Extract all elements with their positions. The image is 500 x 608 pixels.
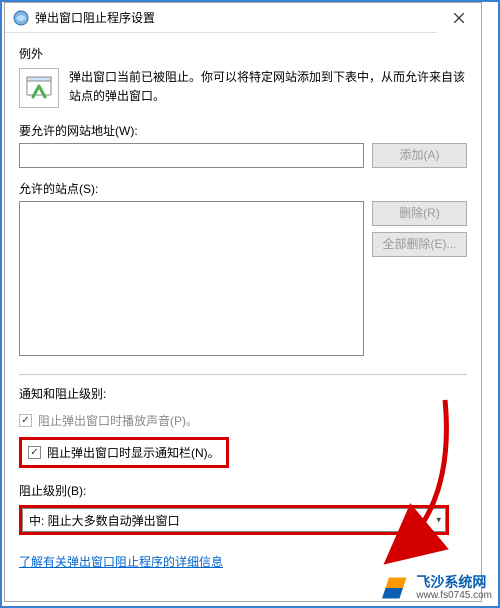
highlight-block-level: 中: 阻止大多数自动弹出窗口 ▾ <box>19 505 449 535</box>
chevron-down-icon: ▾ <box>436 515 441 526</box>
watermark-title: 飞沙系统网 <box>416 574 492 590</box>
info-icon <box>19 68 59 108</box>
block-level-label: 阻止级别(B): <box>19 482 467 499</box>
show-notification-bar-label: 阻止弹出窗口时显示通知栏(N)。 <box>47 444 220 461</box>
play-sound-label: 阻止弹出窗口时播放声音(P)。 <box>38 412 198 429</box>
watermark-url: www.fs0745.com <box>416 590 492 602</box>
remove-button[interactable]: 删除(R) <box>372 201 467 226</box>
allowed-sites-listbox[interactable] <box>19 201 364 356</box>
address-label: 要允许的网站地址(W): <box>19 122 467 139</box>
watermark-logo-icon <box>382 574 410 602</box>
window-title: 弹出窗口阻止程序设置 <box>35 9 437 26</box>
info-row: 弹出窗口当前已被阻止。你可以将特定网站添加到下表中，从而允许来自该站点的弹出窗口… <box>19 68 467 108</box>
block-level-select[interactable]: 中: 阻止大多数自动弹出窗口 ▾ <box>22 508 446 532</box>
close-button[interactable] <box>437 3 481 33</box>
address-input[interactable] <box>19 143 364 168</box>
divider <box>19 374 467 375</box>
show-notification-bar-checkbox[interactable] <box>28 446 41 459</box>
learn-more-link[interactable]: 了解有关弹出窗口阻止程序的详细信息 <box>19 555 223 569</box>
info-text: 弹出窗口当前已被阻止。你可以将特定网站添加到下表中，从而允许来自该站点的弹出窗口… <box>69 68 467 106</box>
play-sound-checkbox[interactable] <box>19 414 32 427</box>
notification-section-label: 通知和阻止级别: <box>19 385 467 402</box>
play-sound-row[interactable]: 阻止弹出窗口时播放声音(P)。 <box>19 412 467 429</box>
allowed-sites-label: 允许的站点(S): <box>19 180 467 197</box>
close-icon <box>454 13 464 23</box>
watermark: 飞沙系统网 www.fs0745.com <box>382 574 492 602</box>
remove-all-button[interactable]: 全部删除(E)... <box>372 232 467 257</box>
highlight-show-notification-bar: 阻止弹出窗口时显示通知栏(N)。 <box>19 437 229 468</box>
block-level-value: 中: 阻止大多数自动弹出窗口 <box>29 512 180 529</box>
add-button[interactable]: 添加(A) <box>372 143 467 168</box>
titlebar: 弹出窗口阻止程序设置 <box>5 3 481 33</box>
window-icon <box>13 10 29 26</box>
exceptions-heading: 例外 <box>19 45 467 62</box>
